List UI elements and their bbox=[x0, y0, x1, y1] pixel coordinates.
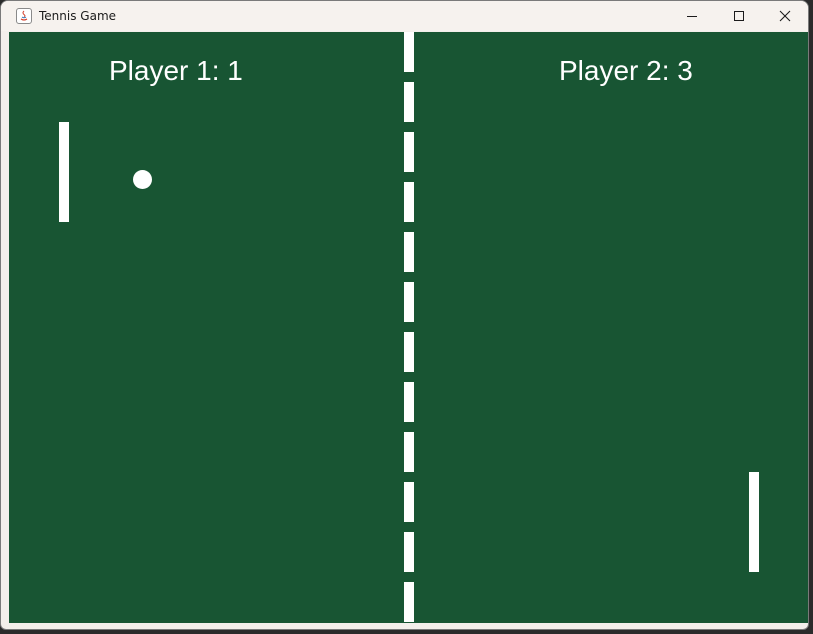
close-icon bbox=[779, 7, 791, 26]
net-dash bbox=[404, 332, 414, 372]
net-dash bbox=[404, 282, 414, 322]
java-icon bbox=[16, 8, 32, 24]
minimize-icon bbox=[686, 7, 698, 26]
player2-paddle bbox=[749, 472, 759, 572]
net-dash bbox=[404, 382, 414, 422]
net-dash bbox=[404, 182, 414, 222]
net-dash bbox=[404, 432, 414, 472]
maximize-button[interactable] bbox=[716, 1, 762, 31]
net-dash bbox=[404, 82, 414, 122]
center-net bbox=[404, 32, 414, 623]
close-button[interactable] bbox=[762, 1, 808, 31]
player2-score: Player 2: 3 bbox=[559, 55, 693, 86]
minimize-button[interactable] bbox=[669, 1, 715, 31]
net-dash bbox=[404, 32, 414, 72]
maximize-icon bbox=[733, 7, 745, 26]
net-dash bbox=[404, 532, 414, 572]
player1-paddle bbox=[59, 122, 69, 222]
game-window: Tennis Game Player 1: 1 Player 2: 3 bbox=[0, 0, 809, 630]
tennis-court[interactable]: Player 1: 1 Player 2: 3 bbox=[9, 32, 808, 623]
net-dash bbox=[404, 582, 414, 622]
ball bbox=[133, 170, 152, 189]
title-bar[interactable]: Tennis Game bbox=[1, 1, 808, 31]
net-dash bbox=[404, 482, 414, 522]
window-title: Tennis Game bbox=[39, 9, 117, 23]
net-dash bbox=[404, 132, 414, 172]
player1-score: Player 1: 1 bbox=[109, 55, 243, 86]
net-dash bbox=[404, 232, 414, 272]
